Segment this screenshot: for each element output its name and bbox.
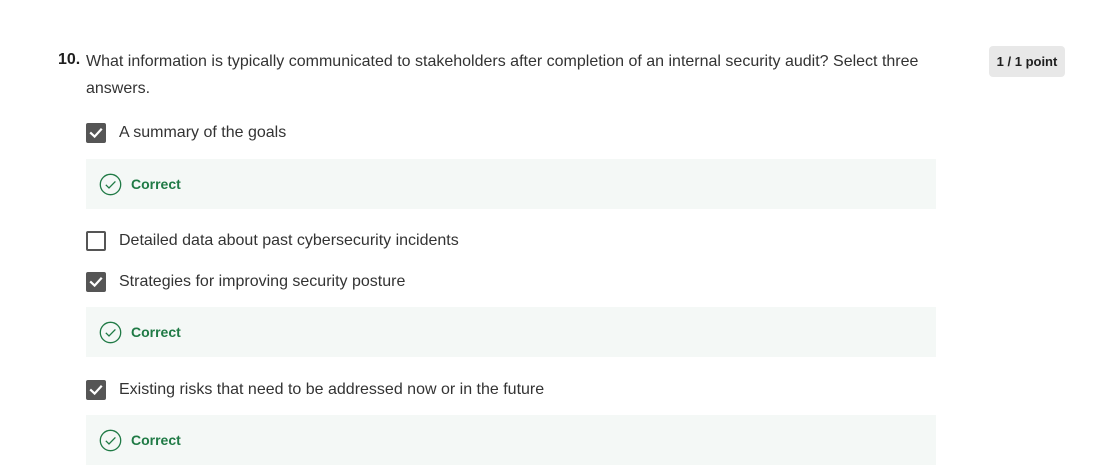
feedback-correct: Correct	[86, 307, 936, 357]
checkbox-checked[interactable]	[86, 272, 106, 292]
feedback-correct: Correct	[86, 415, 936, 465]
feedback-label: Correct	[131, 432, 181, 448]
check-circle-icon	[99, 321, 122, 344]
question-number: 10.	[58, 51, 81, 68]
checkmark-icon	[89, 277, 103, 288]
feedback-correct: Correct	[86, 159, 936, 209]
checkbox-unchecked[interactable]	[86, 231, 106, 251]
feedback-label: Correct	[131, 176, 181, 192]
option-label: A summary of the goals	[119, 124, 287, 141]
check-circle-icon	[99, 173, 122, 196]
option-4[interactable]: Existing risks that need to be addressed…	[86, 379, 544, 401]
question-text: What information is typically communicat…	[86, 53, 919, 97]
checkmark-icon	[89, 128, 103, 139]
feedback-label: Correct	[131, 324, 181, 340]
points-badge: 1 / 1 point	[989, 46, 1065, 77]
checkbox-checked[interactable]	[86, 380, 106, 400]
option-label: Existing risks that need to be addressed…	[119, 381, 545, 398]
checkmark-icon	[89, 385, 103, 396]
option-label: Detailed data about past cybersecurity i…	[119, 232, 459, 249]
option-1[interactable]: A summary of the goals	[86, 122, 286, 144]
checkbox-checked[interactable]	[86, 123, 106, 143]
check-circle-icon	[99, 429, 122, 452]
option-2[interactable]: Detailed data about past cybersecurity i…	[86, 230, 459, 252]
option-3[interactable]: Strategies for improving security postur…	[86, 271, 405, 293]
option-label: Strategies for improving security postur…	[119, 273, 406, 290]
